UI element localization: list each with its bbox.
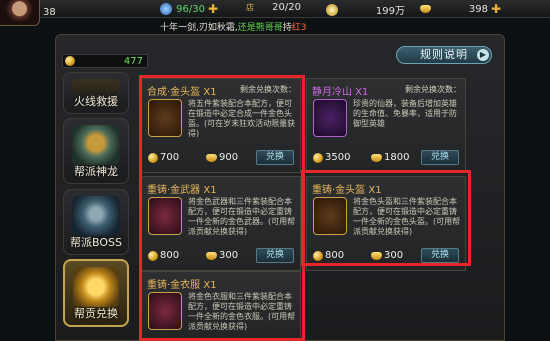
side-item-label: 帮贡兑换	[74, 307, 118, 320]
item-card: 重铸·金头盔 X1 将金色头盔和三件紫装配合本配方，便可在锻造中必定重铸一件全新…	[306, 176, 466, 271]
system-marquee: 十年一剑,刃如秋霜,还是熊哥哥持红3	[160, 20, 550, 34]
top-resource-bar: 38 96/30 ✚ 店 20/20 199万 398 ✚	[0, 0, 550, 26]
side-item-dragon[interactable]: 帮派神龙	[63, 118, 129, 184]
coin-price: 700	[148, 152, 179, 163]
exchange-button[interactable]: 兑换	[421, 150, 459, 165]
exchange-button[interactable]: 兑换	[256, 248, 294, 263]
item-title: 重铸·金衣服 X1	[147, 280, 217, 291]
side-item-rescue[interactable]: 火线救援	[63, 72, 129, 114]
rules-button[interactable]: 规则说明 ▶	[396, 46, 492, 64]
silver-value: 199万	[375, 6, 405, 17]
silver-resource: 199万	[326, 2, 405, 17]
marquee-middle: 持	[282, 23, 292, 33]
gold-value: 398	[468, 3, 488, 15]
boss-art-icon	[72, 196, 120, 236]
gold-ingot-icon	[420, 5, 431, 13]
helmet-recipe-icon	[313, 197, 347, 235]
player-level: 38	[43, 7, 56, 18]
treasure-bag-icon	[73, 267, 119, 307]
item-card: 重铸·金武器 X1 将金色武器和三件紫装配合本配方，便可在锻造中必定重铸一件全新…	[141, 176, 301, 271]
chevron-right-icon: ▶	[477, 49, 489, 61]
weapon-recipe-icon	[148, 197, 182, 235]
ingot-price: 300	[206, 250, 238, 261]
side-item-label: 帮派神龙	[74, 165, 118, 178]
shop-resource: 店 20/20	[246, 2, 301, 13]
boots-icon	[313, 99, 347, 137]
item-description: 将金色衣服和三件紫装配合本配方，便可在锻造中必定重铸一件全新的金色衣服。(可用帮…	[188, 292, 296, 331]
coin-price-value: 700	[160, 152, 180, 163]
item-card: 合成·金头盔 X1 剩余兑换次数： 将五件紫装配合本配方，便可在锻造中必定合成一…	[141, 78, 301, 173]
side-item-boss[interactable]: 帮派BOSS	[63, 189, 129, 255]
item-description: 将金色武器和三件紫装配合本配方，便可在锻造中必定重铸一件全新的金色武器。(可用帮…	[188, 197, 296, 236]
contribution-coin-icon	[65, 56, 75, 66]
coin-price-value: 800	[325, 250, 345, 261]
shop-value: 20/20	[272, 2, 301, 13]
ingot-price: 300	[371, 250, 403, 261]
item-title: 合成·金头盔 X1	[147, 87, 217, 98]
side-item-contribution-exchange[interactable]: 帮贡兑换	[63, 259, 129, 327]
marquee-highlight2: 红3	[291, 23, 307, 33]
remaining-count: 剩余兑换次数：	[240, 85, 296, 94]
ingot-price: 900	[206, 152, 238, 163]
ingot-price-value: 1800	[384, 152, 410, 163]
coin-price: 3500	[313, 152, 350, 163]
dragon-art-icon	[72, 125, 120, 165]
stamina-value: 96/30	[176, 3, 205, 15]
armor-recipe-icon	[148, 292, 182, 330]
coin-icon	[148, 250, 158, 261]
ingot-price: 1800	[371, 152, 409, 163]
contribution-balance: 477	[62, 54, 148, 68]
marquee-prefix: 十年一剑,刃如秋霜,	[160, 23, 238, 33]
item-description: 将金色头盔和三件紫装配合本配方，便可在锻造中必定重铸一件全新的金色头盔。(可用帮…	[353, 197, 461, 236]
silver-coin-icon	[326, 3, 338, 16]
exchange-button[interactable]: 兑换	[256, 150, 294, 165]
side-item-label: 火线救援	[74, 95, 118, 108]
coin-icon	[313, 152, 323, 163]
item-title: 静月冷山 X1	[312, 87, 369, 98]
item-title: 重铸·金头盔 X1	[312, 185, 382, 196]
ingot-price-value: 300	[384, 250, 404, 261]
stamina-resource: 96/30 ✚	[160, 2, 218, 16]
ingot-icon	[371, 153, 382, 162]
exchange-button[interactable]: 兑换	[421, 248, 459, 263]
ingot-price-value: 900	[219, 152, 239, 163]
gold-resource: 398 ✚	[420, 2, 501, 16]
add-stamina-icon[interactable]: ✚	[208, 2, 218, 16]
coin-price-value: 3500	[325, 152, 351, 163]
stamina-icon	[160, 3, 172, 15]
ingot-icon	[206, 153, 217, 162]
helmet-recipe-icon	[148, 99, 182, 137]
marquee-highlight: 还是熊哥哥	[237, 23, 283, 33]
rules-button-label: 规则说明	[420, 48, 468, 61]
add-gold-icon[interactable]: ✚	[491, 2, 501, 16]
coin-icon	[148, 152, 158, 163]
ingot-icon	[206, 251, 217, 260]
item-description: 将五件紫装配合本配方，便可在锻造中必定合成一件金色头盔。(可在岁末狂欢活动限量获…	[188, 99, 296, 138]
shop-icon[interactable]: 店	[246, 2, 254, 13]
coin-price-value: 800	[160, 250, 180, 261]
coin-price: 800	[313, 250, 344, 261]
balance-value: 477	[123, 55, 143, 67]
side-item-label: 帮派BOSS	[70, 236, 122, 249]
player-avatar[interactable]	[0, 0, 40, 26]
ingot-icon	[371, 251, 382, 260]
remaining-count: 剩余兑换次数：	[405, 85, 461, 94]
item-title: 重铸·金武器 X1	[147, 185, 217, 196]
ingot-price-value: 300	[219, 250, 239, 261]
item-card: 重铸·金衣服 X1 将金色衣服和三件紫装配合本配方，便可在锻造中必定重铸一件全新…	[141, 271, 301, 341]
coin-price: 800	[148, 250, 179, 261]
item-description: 珍贵的仙器，装备后增加英雄的生命值、免暴率，适用于防御型英雄	[353, 99, 457, 128]
coin-icon	[313, 250, 323, 261]
item-card: 静月冷山 X1 剩余兑换次数： 珍贵的仙器，装备后增加英雄的生命值、免暴率，适用…	[306, 78, 466, 173]
